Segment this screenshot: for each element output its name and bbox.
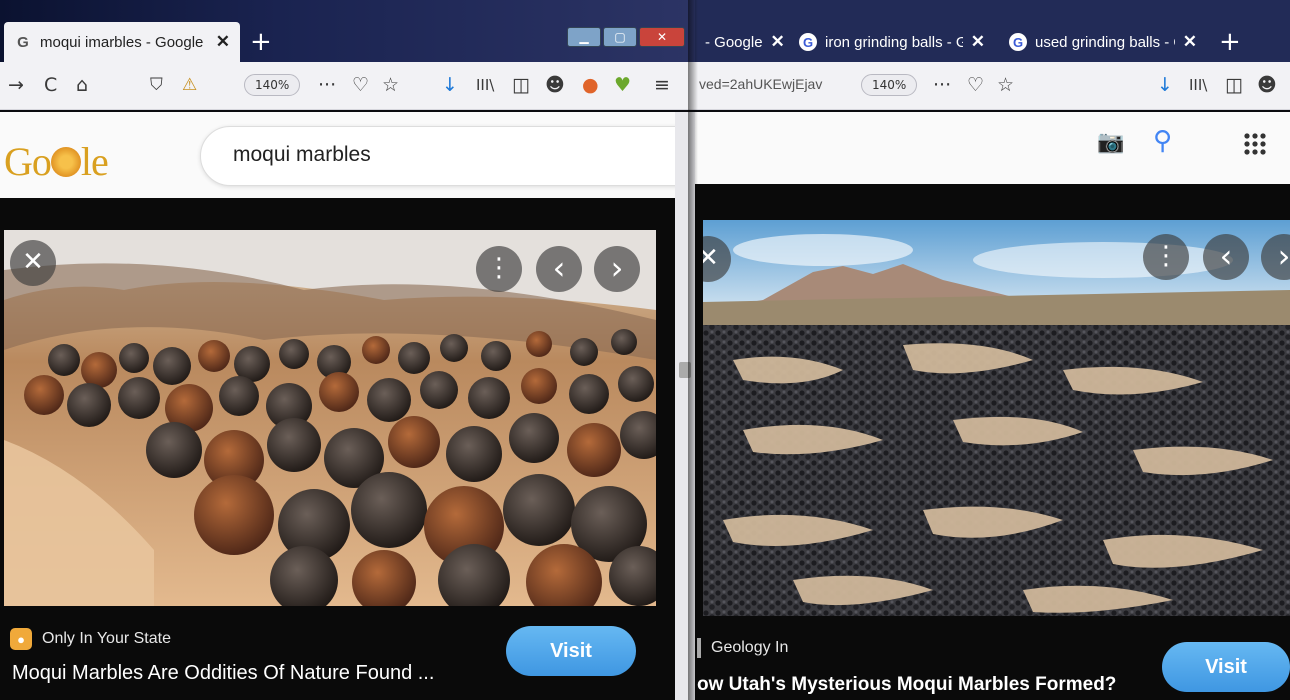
pocket-icon[interactable]: ♡ (967, 72, 984, 98)
sidebar-icon[interactable]: ◫ (512, 72, 530, 98)
tab-iron-grinding-balls[interactable]: G iron grinding balls - Goo ✕ (789, 22, 995, 62)
tab-close-icon[interactable]: ✕ (216, 32, 230, 52)
tab-title: - Google (705, 33, 763, 51)
more-options-icon[interactable]: ⋮ (1143, 234, 1189, 280)
moqui-field-photo[interactable]: ✕ ⋮ ‹ › (703, 220, 1290, 616)
doodle-sun-icon (50, 147, 81, 177)
minimize-button[interactable]: ▁ (567, 27, 601, 47)
sidebar-icon[interactable]: ◫ (1225, 72, 1243, 98)
right-browser-window: - Google ✕ G iron grinding balls - Goo ✕… (695, 0, 1290, 700)
tab-close-icon[interactable]: ✕ (771, 32, 785, 52)
more-options-icon[interactable]: ⋮ (476, 246, 522, 292)
account-icon[interactable]: ☻ (545, 72, 565, 98)
image-title-link[interactable]: Moqui Marbles Are Oddities Of Nature Fou… (12, 662, 434, 685)
google-favicon-icon: G (1009, 33, 1027, 51)
search-input[interactable]: moqui marbles (200, 126, 720, 186)
google-logo-right: le (80, 139, 109, 184)
pocket-icon[interactable]: ♡ (352, 72, 369, 98)
reload-icon[interactable]: C (44, 72, 57, 98)
tab-title: moqui imarbles - Google Searc (40, 33, 208, 51)
zoom-level-badge[interactable]: 140% (244, 74, 301, 96)
next-image-icon[interactable]: › (594, 246, 640, 292)
google-favicon-icon: G (799, 33, 817, 51)
search-query: moqui marbles (233, 143, 371, 166)
right-toolbar: ved=2ahUKEwjEjav 140% ··· ♡ ☆ ↓ III\ ◫ ☻ (695, 62, 1290, 110)
source-name: Only In Your State (42, 630, 171, 647)
tab-google-partial[interactable]: - Google ✕ (695, 22, 787, 62)
close-window-button[interactable]: ✕ (639, 27, 685, 47)
tracking-shield-icon[interactable]: ⛉ (150, 72, 163, 98)
download-icon[interactable]: ↓ (1157, 72, 1173, 98)
location-pin-icon: ● (10, 628, 32, 650)
google-search-header-right: 📷 ⚲ (695, 112, 1290, 184)
zoom-level-badge[interactable]: 140% (861, 74, 918, 96)
library-icon[interactable]: III\ (476, 72, 494, 98)
page-actions-icon[interactable]: ··· (933, 72, 951, 98)
visit-button-right[interactable]: Visit (1162, 642, 1290, 692)
google-logo-left: Go (4, 139, 52, 184)
tab-moqui-marbles[interactable]: G moqui imarbles - Google Searc ✕ (4, 22, 240, 62)
page-actions-icon[interactable]: ··· (318, 72, 336, 98)
camera-search-icon[interactable]: 📷 (1097, 130, 1124, 155)
google-search-header: Go le moqui marbles (0, 112, 720, 198)
screen-photo: G moqui imarbles - Google Searc ✕ + ▁ ▢ … (0, 0, 1290, 700)
image-source[interactable]: ● Only In Your State (10, 628, 171, 650)
window-controls: ▁ ▢ ✕ (567, 27, 685, 47)
window-divider (688, 0, 698, 700)
home-icon[interactable]: ⌂ (76, 72, 88, 98)
apps-grid-icon[interactable] (1243, 132, 1267, 156)
download-icon[interactable]: ↓ (442, 72, 458, 98)
left-toolbar: → C ⌂ ⛉ ⚠ 140% ··· ♡ ☆ ↓ III\ ◫ ☻ ● ♥ ≡ (0, 62, 695, 110)
source-name: Geology In (711, 639, 789, 656)
left-tab-strip: G moqui imarbles - Google Searc ✕ + ▁ ▢ … (0, 0, 695, 62)
previous-image-icon[interactable]: ‹ (1203, 234, 1249, 280)
new-tab-button[interactable]: + (1219, 27, 1241, 57)
left-browser-window: G moqui imarbles - Google Searc ✕ + ▁ ▢ … (0, 0, 720, 700)
tab-close-icon[interactable]: ✕ (971, 32, 985, 52)
extension-leaf-icon[interactable]: ♥ (614, 72, 631, 98)
new-tab-button[interactable]: + (250, 27, 272, 57)
account-icon[interactable]: ☻ (1257, 72, 1277, 98)
search-icon[interactable]: ⚲ (1153, 126, 1172, 156)
tab-title: used grinding balls - Goo (1035, 33, 1175, 51)
back-icon[interactable]: → (8, 72, 24, 98)
url-field[interactable]: ved=2ahUKEwjEjav (699, 76, 822, 92)
close-viewer-icon[interactable]: ✕ (10, 240, 56, 286)
tab-title: iron grinding balls - Goo (825, 33, 963, 51)
menu-icon[interactable]: ≡ (654, 72, 670, 98)
image-title-link-right[interactable]: ow Utah's Mysterious Moqui Marbles Forme… (697, 674, 1116, 696)
tab-used-grinding-balls[interactable]: G used grinding balls - Goo ✕ (999, 22, 1207, 62)
moqui-field-image (703, 220, 1290, 616)
google-favicon-icon: G (17, 33, 29, 51)
google-logo[interactable]: Go le (4, 138, 109, 185)
extension-icon[interactable]: ● (582, 72, 599, 98)
bookmark-star-icon[interactable]: ☆ (382, 72, 399, 98)
insecure-warning-icon[interactable]: ⚠ (182, 72, 197, 98)
library-icon[interactable]: III\ (1189, 72, 1207, 98)
previous-image-icon[interactable]: ‹ (536, 246, 582, 292)
moqui-marbles-photo[interactable]: ✕ ⋮ ‹ › (4, 230, 656, 606)
bookmark-star-icon[interactable]: ☆ (997, 72, 1014, 98)
tab-close-icon[interactable]: ✕ (1183, 32, 1197, 52)
maximize-button[interactable]: ▢ (603, 27, 637, 47)
right-tab-strip: - Google ✕ G iron grinding balls - Goo ✕… (695, 0, 1290, 62)
image-source-right[interactable]: Geology In (697, 638, 788, 658)
visit-button[interactable]: Visit (506, 626, 636, 676)
